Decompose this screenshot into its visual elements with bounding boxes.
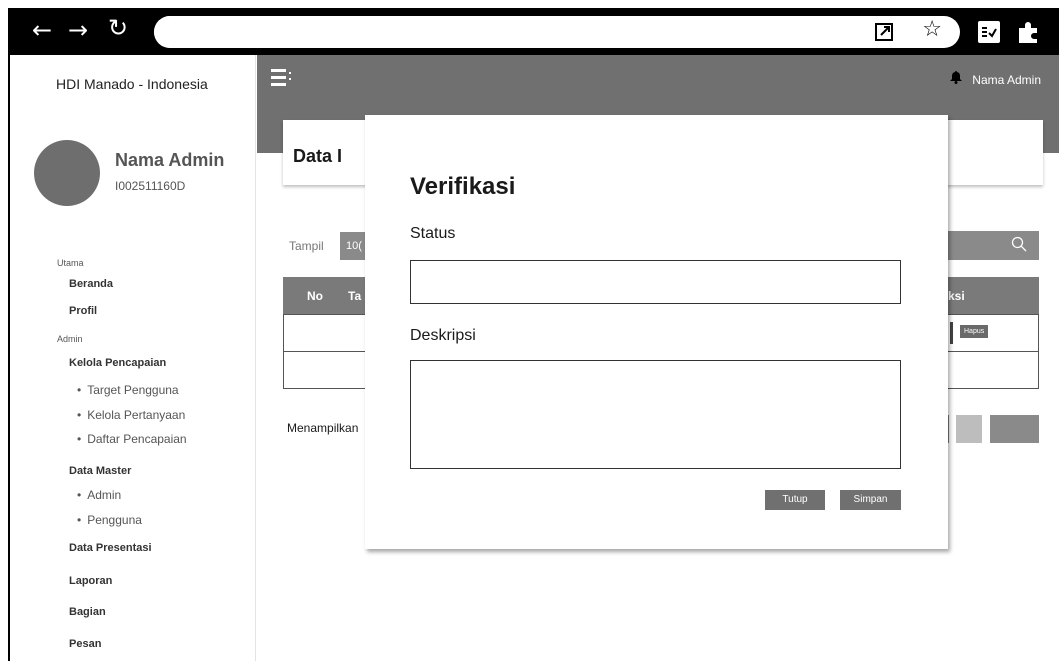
browser-toolbar: ← → ↻ ☆ <box>8 8 1059 55</box>
sidebar-item-data-presentasi[interactable]: Data Presentasi <box>69 542 152 554</box>
delete-button[interactable]: Hapus <box>960 325 989 338</box>
sidebar-item-profil[interactable]: Profil <box>69 305 97 317</box>
bell-icon[interactable] <box>950 71 963 87</box>
star-icon[interactable]: ☆ <box>922 17 942 42</box>
deskripsi-field[interactable] <box>410 360 901 469</box>
modal-title: Verifikasi <box>410 173 516 200</box>
sidebar-item-laporan[interactable]: Laporan <box>69 575 112 587</box>
back-icon[interactable]: ← <box>32 16 52 44</box>
sidebar-item-data-master[interactable]: Data Master <box>69 465 131 477</box>
user-id: I002511160D <box>115 179 186 193</box>
sidebar-item-pengguna[interactable]: Pengguna <box>77 513 142 527</box>
sidebar-item-bagian[interactable]: Bagian <box>69 606 106 618</box>
search-input[interactable] <box>940 231 1039 260</box>
sidebar-item-daftar-pencapaian[interactable]: Daftar Pencapaian <box>77 432 186 446</box>
address-bar[interactable]: ☆ <box>154 16 960 48</box>
reading-list-icon[interactable] <box>978 21 1000 43</box>
sidebar-item-admin[interactable]: Admin <box>77 488 121 502</box>
avatar <box>34 140 100 206</box>
menu-icon[interactable] <box>271 69 291 87</box>
pagination-next[interactable] <box>990 415 1039 443</box>
extensions-icon[interactable] <box>1016 20 1042 44</box>
sidebar-item-target-pengguna[interactable]: Target Pengguna <box>77 383 178 397</box>
search-icon[interactable] <box>1011 236 1027 252</box>
status-label: Status <box>410 225 456 242</box>
top-bar: Nama Admin <box>257 55 1059 103</box>
brand-name: HDI Manado - Indonesia <box>56 76 208 92</box>
deskripsi-label: Deskripsi <box>410 327 476 344</box>
col-no: No <box>307 289 323 303</box>
top-user-menu[interactable]: Nama Admin <box>950 71 1041 87</box>
sidebar-item-kelola-pencapaian[interactable]: Kelola Pencapaian <box>69 357 166 369</box>
section-utama: Utama <box>57 258 84 268</box>
simpan-button[interactable]: Simpan <box>840 490 901 510</box>
app-window: HDI Manado - Indonesia Nama Admin I00251… <box>8 55 1059 661</box>
edit-button[interactable] <box>950 322 953 344</box>
top-admin-name: Nama Admin <box>972 73 1041 87</box>
pagination-page[interactable] <box>956 415 982 443</box>
user-name: Nama Admin <box>115 150 225 170</box>
verifikasi-modal: Verifikasi Status Deskripsi Tutup Simpan <box>365 115 948 549</box>
status-field[interactable] <box>410 260 901 304</box>
show-entries-label: Tampil <box>289 239 324 253</box>
sidebar-item-kelola-pertanyaan[interactable]: Kelola Pertanyaan <box>77 408 185 422</box>
showing-entries-text: Menampilkan <box>287 421 359 435</box>
page-title: Data I <box>293 146 343 166</box>
sidebar: HDI Manado - Indonesia Nama Admin I00251… <box>10 55 256 661</box>
sidebar-item-beranda[interactable]: Beranda <box>69 278 113 290</box>
tutup-button[interactable]: Tutup <box>765 490 825 510</box>
forward-icon[interactable]: → <box>68 16 88 44</box>
col-aksi: ksi <box>948 289 965 303</box>
reload-icon[interactable]: ↻ <box>108 14 128 42</box>
col-ta: Ta <box>348 289 362 303</box>
sidebar-item-pesan[interactable]: Pesan <box>69 638 101 650</box>
open-external-icon[interactable] <box>874 22 894 42</box>
section-admin: Admin <box>57 334 83 344</box>
